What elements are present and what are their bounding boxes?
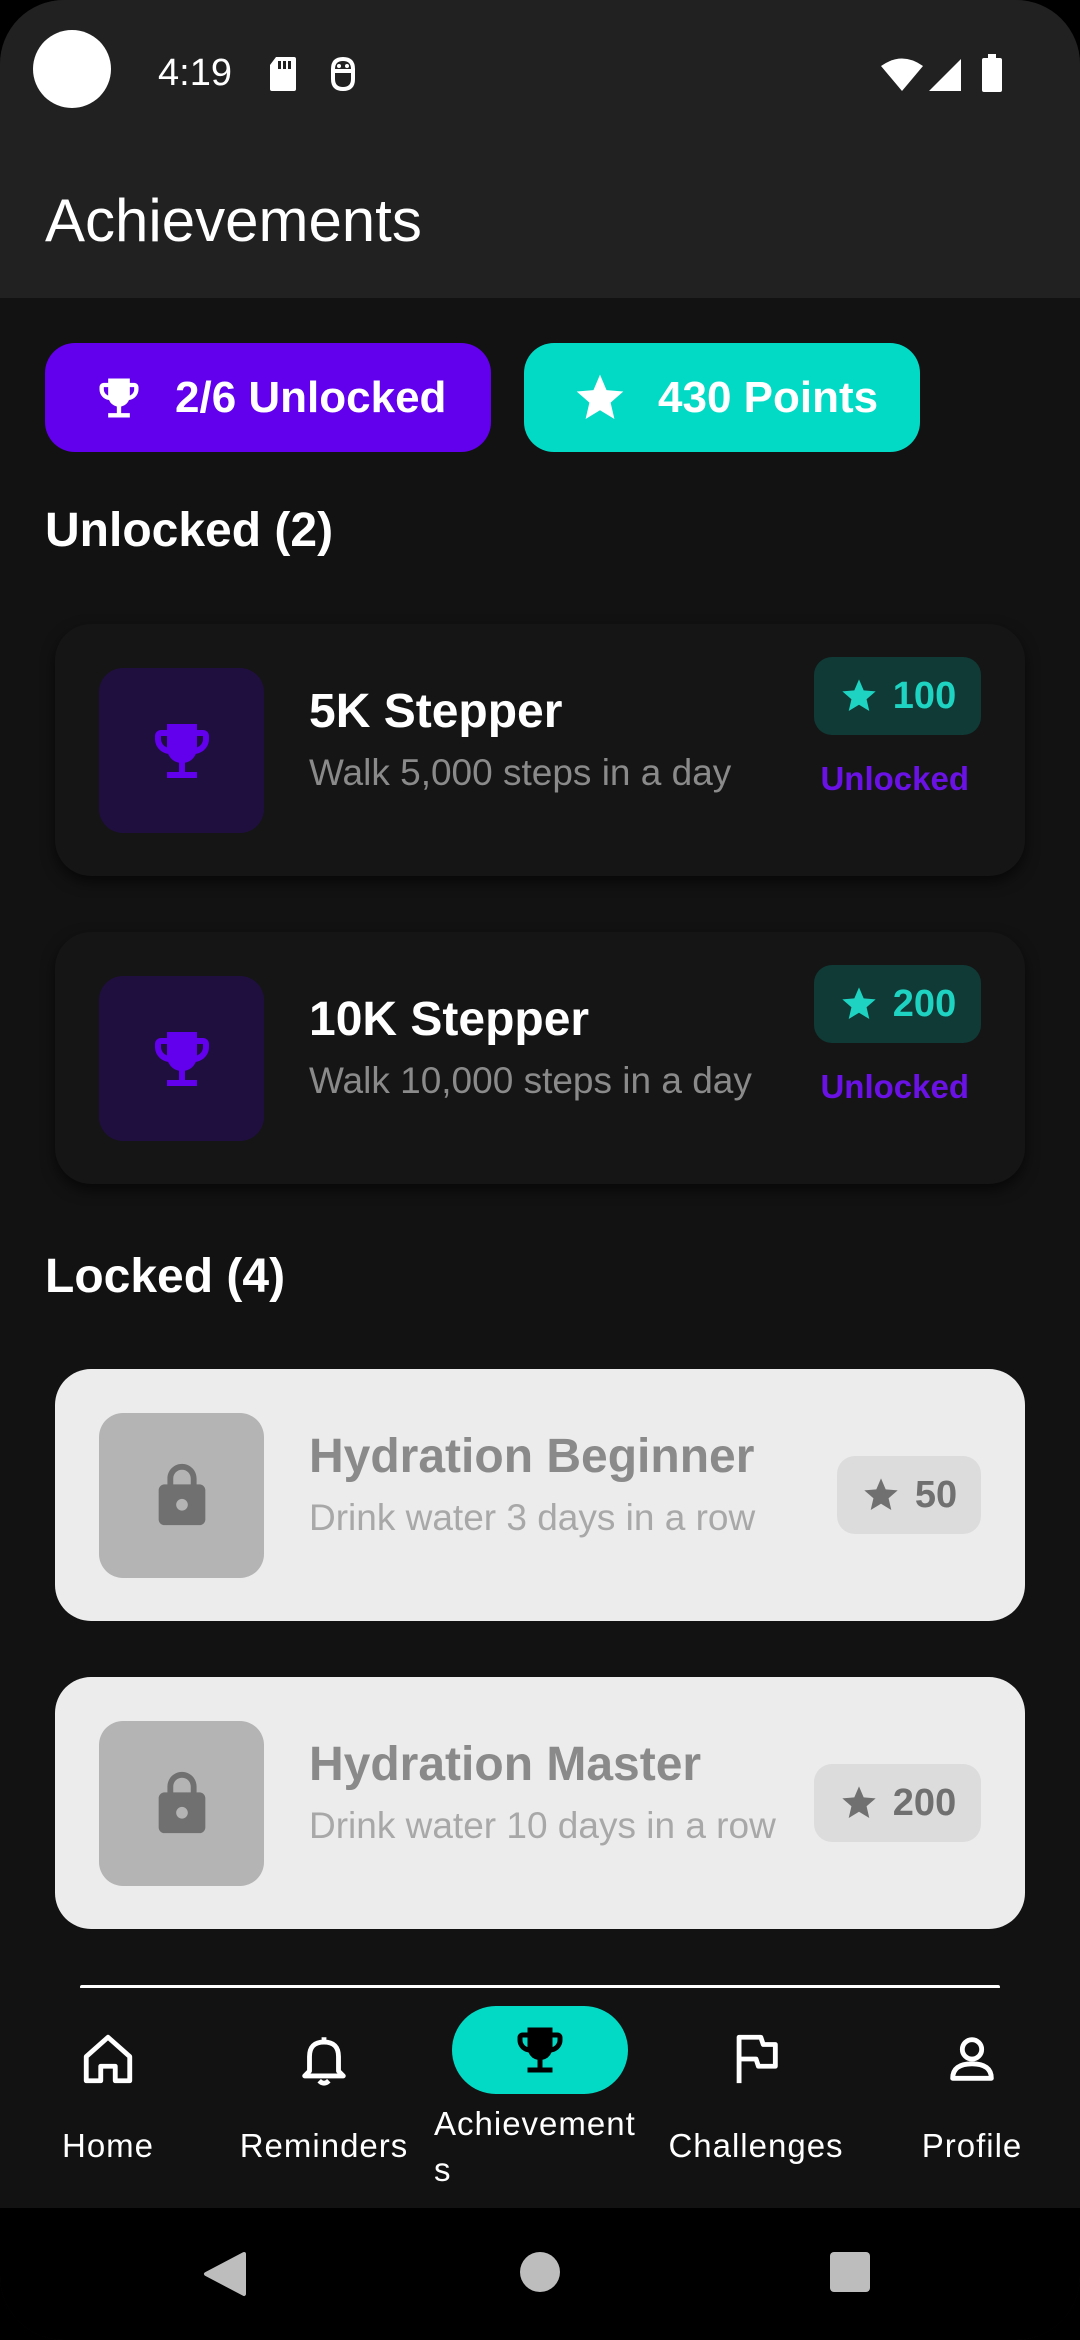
signal-icon (929, 59, 961, 91)
home-icon (83, 2034, 133, 2084)
back-icon[interactable] (202, 2250, 248, 2298)
unlocked-section-title: Unlocked (2) (45, 504, 334, 557)
lock-icon (158, 1771, 205, 1833)
person-icon (950, 2037, 994, 2081)
recents-icon[interactable] (829, 2251, 871, 2293)
points-summary-label: 430 Points (658, 372, 879, 422)
points-value: 200 (892, 982, 957, 1025)
achievement-title: Hydration Beginner (309, 1430, 755, 1483)
achievement-description: Drink water 3 days in a row (309, 1497, 756, 1538)
unlocked-status: Unlocked (820, 760, 969, 797)
sd-card-icon (270, 57, 296, 91)
unlocked-summary-chip: 2/6 Unlocked (45, 343, 491, 452)
nav-achievements-label-text: Achievement s (434, 2105, 636, 2188)
achievement-tile (99, 1413, 264, 1578)
points-summary-chip: 430 Points (524, 343, 920, 452)
camera-cutout (33, 30, 111, 108)
star-icon (842, 987, 876, 1019)
status-time: 4:19 (158, 52, 232, 94)
nav-home-label: Home (61, 2127, 155, 2164)
star-icon (842, 679, 876, 711)
android-debug-icon (331, 56, 355, 92)
achievement-title: Hydration Master (309, 1738, 702, 1791)
screen: 4:19 Achievements 2/6 Unlocked 430 Point… (0, 0, 1080, 2340)
nav-reminders[interactable]: Reminders (216, 1988, 432, 2208)
nav-home[interactable]: Home (0, 1988, 216, 2208)
nav-profile-label: Profile (921, 2127, 1023, 2164)
star-icon (864, 1478, 898, 1510)
status-bar: 4:19 (0, 0, 1080, 150)
flag-icon (736, 2034, 778, 2084)
trophy-icon (154, 723, 209, 778)
achievement-tile (99, 976, 264, 1141)
achievement-description: Drink water 10 days in a row (309, 1805, 776, 1846)
bottom-navigation: Home Reminders Achievement s Challenges (0, 1988, 1080, 2208)
locked-section-title: Locked (4) (45, 1250, 286, 1303)
points-badge: 100 (814, 657, 981, 735)
points-value: 200 (892, 1781, 957, 1824)
achievement-card-locked[interactable]: Hydration Beginner Drink water 3 days in… (55, 1369, 1025, 1621)
trophy-icon (99, 378, 139, 417)
achievement-description: Walk 10,000 steps in a day (309, 1060, 752, 1101)
nav-achievements-label[interactable]: Achievement s (434, 2101, 650, 2193)
home-button-icon[interactable] (518, 2250, 562, 2294)
page-title: Achievements (45, 187, 422, 254)
nav-profile[interactable]: Profile (864, 1988, 1080, 2208)
battery-icon (982, 54, 1002, 92)
nav-challenges[interactable]: Challenges (648, 1988, 864, 2208)
trophy-icon (517, 2027, 563, 2073)
achievement-card[interactable]: 5K Stepper Walk 5,000 steps in a day 100… (55, 624, 1025, 876)
app-bar: Achievements (0, 150, 1080, 298)
trophy-icon (154, 1031, 209, 1086)
wifi-icon (881, 58, 923, 91)
points-value: 100 (892, 674, 957, 717)
achievement-tile (99, 668, 264, 833)
lock-icon (158, 1463, 205, 1525)
points-value: 50 (914, 1473, 958, 1516)
unlocked-summary-label: 2/6 Unlocked (175, 372, 447, 422)
points-badge: 50 (837, 1456, 981, 1534)
achievement-title: 10K Stepper (309, 993, 590, 1046)
bell-icon (302, 2037, 346, 2086)
points-badge: 200 (814, 965, 981, 1043)
achievement-title: 5K Stepper (309, 685, 563, 738)
nav-active-indicator[interactable] (452, 2006, 628, 2094)
nav-reminders-label: Reminders (239, 2127, 409, 2164)
star-icon (842, 1786, 876, 1818)
achievement-card-locked[interactable]: Hydration Master Drink water 10 days in … (55, 1677, 1025, 1929)
points-badge: 200 (814, 1764, 981, 1842)
unlocked-status: Unlocked (820, 1068, 969, 1105)
achievement-description: Walk 5,000 steps in a day (309, 752, 732, 793)
system-navigation-bar (0, 2208, 1080, 2340)
achievement-tile (99, 1721, 264, 1886)
nav-challenges-label: Challenges (668, 2127, 844, 2164)
achievement-card[interactable]: 10K Stepper Walk 10,000 steps in a day 2… (55, 932, 1025, 1184)
star-icon (576, 374, 624, 419)
